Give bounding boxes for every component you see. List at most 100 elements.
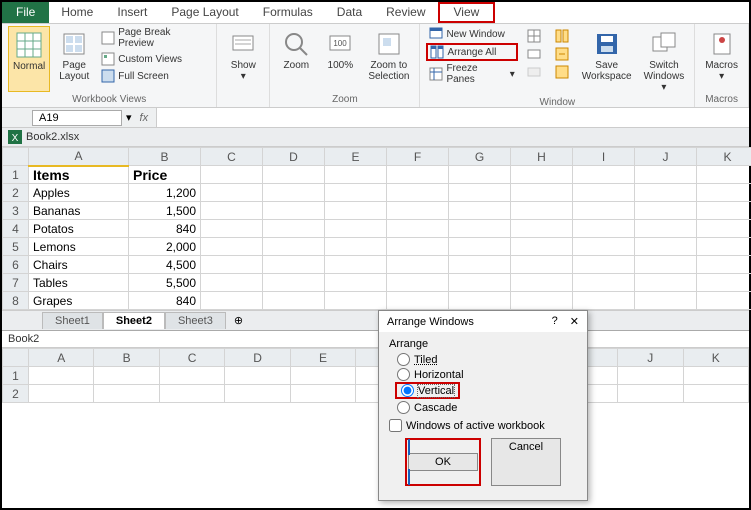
cell[interactable] (201, 184, 263, 202)
cell[interactable] (94, 385, 159, 403)
cell[interactable]: Potatos (29, 220, 129, 238)
cell[interactable]: 2,000 (129, 238, 201, 256)
cell[interactable] (201, 166, 263, 184)
cell[interactable]: Tables (29, 274, 129, 292)
col-header[interactable]: E (325, 148, 387, 166)
cell[interactable]: 1,200 (129, 184, 201, 202)
hide-button[interactable] (524, 46, 544, 62)
cell[interactable] (635, 274, 697, 292)
cell[interactable] (683, 367, 748, 385)
cell[interactable] (573, 220, 635, 238)
tab-insert[interactable]: Insert (105, 2, 159, 23)
col-header[interactable]: I (573, 148, 635, 166)
cell[interactable] (618, 385, 683, 403)
row-header[interactable]: 2 (3, 385, 29, 403)
row-header[interactable]: 8 (3, 292, 29, 310)
cell[interactable] (387, 292, 449, 310)
col-header[interactable]: D (263, 148, 325, 166)
cell[interactable] (94, 367, 159, 385)
cell[interactable] (263, 166, 325, 184)
row-header[interactable]: 1 (3, 367, 29, 385)
cell[interactable] (635, 256, 697, 274)
cell[interactable] (449, 202, 511, 220)
cell[interactable] (683, 385, 748, 403)
row-header[interactable]: 5 (3, 238, 29, 256)
cell[interactable] (201, 220, 263, 238)
cell[interactable] (325, 166, 387, 184)
workbook2-grid[interactable]: ABCDEFGHIJK 1 2 (2, 348, 749, 403)
fx-label[interactable]: fx (132, 112, 157, 124)
col-header[interactable]: B (94, 349, 159, 367)
cell[interactable] (263, 256, 325, 274)
cell[interactable] (290, 385, 355, 403)
cell[interactable] (449, 220, 511, 238)
cell[interactable] (511, 274, 573, 292)
cell[interactable] (325, 274, 387, 292)
full-screen-button[interactable]: Full Screen (98, 68, 210, 84)
radio-tiled[interactable]: Tiled (389, 352, 577, 367)
cell[interactable] (290, 367, 355, 385)
cell[interactable] (387, 256, 449, 274)
cell[interactable] (697, 220, 751, 238)
macros-button[interactable]: Macros▾ (701, 26, 742, 92)
cell[interactable] (618, 367, 683, 385)
cell[interactable] (511, 166, 573, 184)
cell[interactable]: 1,500 (129, 202, 201, 220)
cell[interactable]: 4,500 (129, 256, 201, 274)
cell[interactable] (697, 274, 751, 292)
cell[interactable] (573, 202, 635, 220)
cell[interactable] (387, 184, 449, 202)
col-header[interactable]: H (511, 148, 573, 166)
cell[interactable] (201, 292, 263, 310)
cell[interactable]: Items (29, 166, 129, 184)
cell[interactable]: Grapes (29, 292, 129, 310)
row-header[interactable]: 2 (3, 184, 29, 202)
row-header[interactable]: 4 (3, 220, 29, 238)
row-header[interactable]: 3 (3, 202, 29, 220)
tab-data[interactable]: Data (325, 2, 374, 23)
select-all[interactable] (3, 349, 29, 367)
cell[interactable] (449, 274, 511, 292)
ok-button[interactable]: OK (408, 453, 478, 471)
new-sheet-button[interactable]: ⊕ (226, 314, 251, 327)
cell[interactable] (159, 367, 224, 385)
cell[interactable] (635, 220, 697, 238)
tab-review[interactable]: Review (374, 2, 437, 23)
cell[interactable]: Chairs (29, 256, 129, 274)
cell[interactable]: 840 (129, 220, 201, 238)
col-header[interactable]: J (618, 349, 683, 367)
cell[interactable] (635, 202, 697, 220)
cell[interactable] (263, 274, 325, 292)
cell[interactable] (325, 292, 387, 310)
cell[interactable] (697, 202, 751, 220)
cell[interactable] (573, 274, 635, 292)
close-button[interactable]: ✕ (570, 315, 579, 328)
cell[interactable]: Price (129, 166, 201, 184)
cell[interactable] (387, 166, 449, 184)
col-header[interactable]: A (29, 148, 129, 166)
cell[interactable] (573, 256, 635, 274)
arrange-all-button[interactable]: Arrange All (426, 43, 517, 61)
cell[interactable] (449, 166, 511, 184)
freeze-panes-button[interactable]: Freeze Panes ▾ (426, 62, 517, 86)
sheet-tab-3[interactable]: Sheet3 (165, 312, 226, 329)
cell[interactable] (263, 238, 325, 256)
cell[interactable] (697, 292, 751, 310)
col-header[interactable]: C (201, 148, 263, 166)
view-side-button[interactable] (552, 28, 572, 44)
cell[interactable] (449, 256, 511, 274)
cell[interactable] (697, 238, 751, 256)
cell[interactable] (201, 274, 263, 292)
cell[interactable] (697, 166, 751, 184)
new-window-button[interactable]: New Window (426, 26, 517, 42)
cell[interactable]: 840 (129, 292, 201, 310)
cell[interactable] (573, 292, 635, 310)
cell[interactable] (635, 238, 697, 256)
cell[interactable] (449, 184, 511, 202)
col-header[interactable]: E (290, 349, 355, 367)
col-header[interactable]: F (387, 148, 449, 166)
help-button[interactable]: ? (552, 315, 558, 328)
cell[interactable] (225, 385, 290, 403)
cell[interactable] (511, 238, 573, 256)
cell[interactable] (511, 256, 573, 274)
